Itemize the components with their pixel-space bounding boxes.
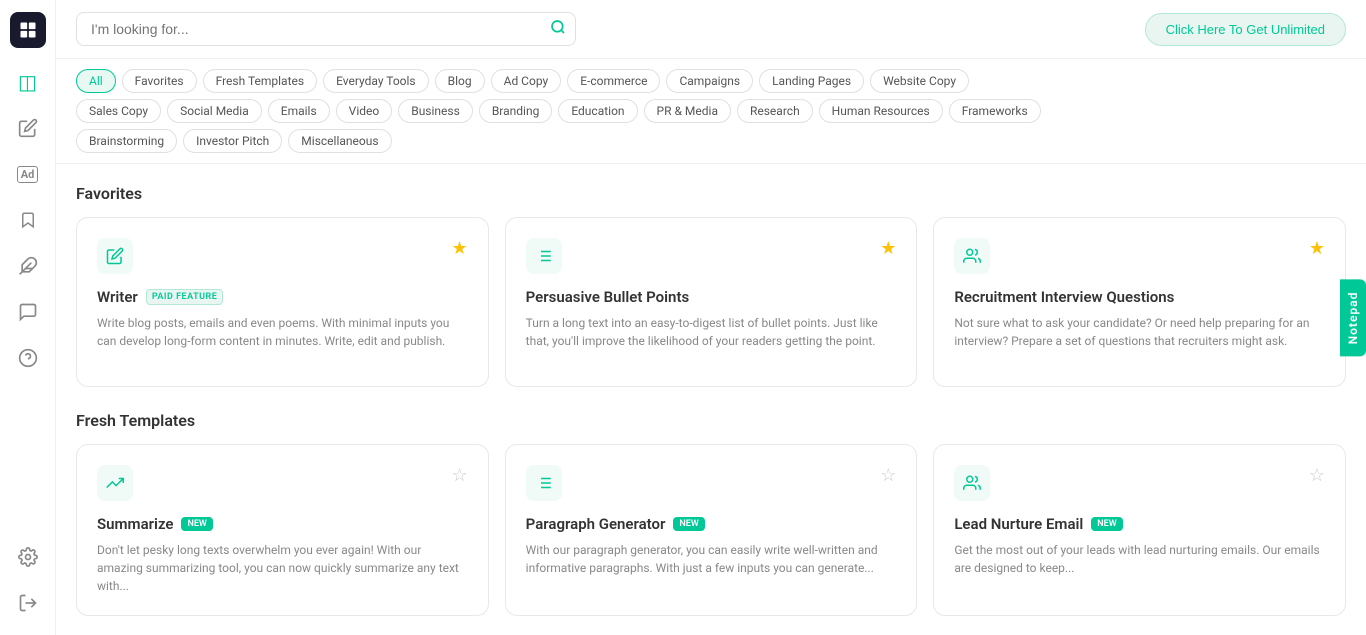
summarize-star[interactable]: ☆ [452, 465, 468, 486]
filter-miscellaneous[interactable]: Miscellaneous [288, 129, 391, 153]
card-summarize[interactable]: ☆ Summarize NEW Don't let pesky long tex… [76, 444, 489, 616]
sidebar: ◫ Ad [0, 0, 56, 635]
sidebar-item-logout[interactable] [8, 583, 48, 623]
filter-ecommerce[interactable]: E-commerce [567, 69, 660, 93]
app-logo[interactable] [10, 12, 46, 48]
favorites-title: Favorites [76, 184, 1346, 203]
paragraph-icon [526, 465, 562, 501]
filter-human-resources[interactable]: Human Resources [819, 99, 943, 123]
fresh-templates-section: Fresh Templates ☆ Summarize [76, 411, 1346, 616]
filter-branding[interactable]: Branding [479, 99, 553, 123]
filters: All Favorites Fresh Templates Everyday T… [56, 59, 1366, 164]
notepad-tab[interactable]: Notepad [1340, 279, 1366, 356]
summarize-badge: NEW [181, 517, 212, 531]
recruitment-title: Recruitment Interview Questions [954, 288, 1325, 306]
filter-pr-media[interactable]: PR & Media [644, 99, 731, 123]
search-container [76, 12, 576, 46]
content-area: Favorites ★ Writer [56, 164, 1366, 635]
sidebar-item-edit[interactable] [8, 108, 48, 148]
filter-research[interactable]: Research [737, 99, 813, 123]
recruitment-desc: Not sure what to ask your candidate? Or … [954, 314, 1325, 350]
lead-title: Lead Nurture Email NEW [954, 515, 1325, 533]
card-bullet-header: ★ [526, 238, 897, 274]
writer-badge: PAID FEATURE [146, 289, 224, 305]
sidebar-item-settings[interactable] [8, 537, 48, 577]
bullet-icon [526, 238, 562, 274]
filter-website-copy[interactable]: Website Copy [870, 69, 969, 93]
paragraph-desc: With our paragraph generator, you can ea… [526, 541, 897, 577]
card-writer-header: ★ [97, 238, 468, 274]
summarize-title: Summarize NEW [97, 515, 468, 533]
filter-education[interactable]: Education [558, 99, 637, 123]
sidebar-item-puzzle[interactable] [8, 246, 48, 286]
bullet-star[interactable]: ★ [880, 238, 896, 259]
sidebar-item-help[interactable] [8, 338, 48, 378]
filter-ad-copy[interactable]: Ad Copy [491, 69, 562, 93]
bullet-title: Persuasive Bullet Points [526, 288, 897, 306]
favorites-grid: ★ Writer PAID FEATURE Write blog posts, … [76, 217, 1346, 387]
card-writer[interactable]: ★ Writer PAID FEATURE Write blog posts, … [76, 217, 489, 387]
lead-icon [954, 465, 990, 501]
card-summarize-header: ☆ [97, 465, 468, 501]
fresh-templates-grid: ☆ Summarize NEW Don't let pesky long tex… [76, 444, 1346, 616]
summarize-icon [97, 465, 133, 501]
paragraph-badge: NEW [673, 517, 704, 531]
card-lead-header: ☆ [954, 465, 1325, 501]
filter-business[interactable]: Business [398, 99, 473, 123]
writer-desc: Write blog posts, emails and even poems.… [97, 314, 468, 350]
filter-favorites[interactable]: Favorites [122, 69, 197, 93]
main-area: Click Here To Get Unlimited All Favorite… [56, 0, 1366, 635]
card-bullet-points[interactable]: ★ Persuasive Bullet Points Turn a long t… [505, 217, 918, 387]
unlimited-button[interactable]: Click Here To Get Unlimited [1145, 13, 1346, 46]
favorites-section: Favorites ★ Writer [76, 184, 1346, 387]
filter-frameworks[interactable]: Frameworks [949, 99, 1041, 123]
filter-investor-pitch[interactable]: Investor Pitch [183, 129, 282, 153]
lead-desc: Get the most out of your leads with lead… [954, 541, 1325, 577]
filter-emails[interactable]: Emails [268, 99, 330, 123]
filter-sales-copy[interactable]: Sales Copy [76, 99, 161, 123]
card-lead-nurture[interactable]: ☆ Lead Nurture Email NEW Get the most ou… [933, 444, 1346, 616]
search-input[interactable] [76, 12, 576, 46]
filter-all[interactable]: All [76, 69, 116, 93]
sidebar-item-ad[interactable]: Ad [8, 154, 48, 194]
filter-social-media[interactable]: Social Media [167, 99, 262, 123]
card-recruitment[interactable]: ★ Recruitment Interview Questions Not su… [933, 217, 1346, 387]
filter-row-1: All Favorites Fresh Templates Everyday T… [76, 69, 1346, 93]
filter-video[interactable]: Video [336, 99, 393, 123]
search-icon [550, 19, 566, 39]
filter-landing-pages[interactable]: Landing Pages [759, 69, 864, 93]
writer-icon [97, 238, 133, 274]
recruitment-icon [954, 238, 990, 274]
filter-brainstorming[interactable]: Brainstorming [76, 129, 177, 153]
filter-fresh-templates[interactable]: Fresh Templates [203, 69, 317, 93]
writer-title: Writer PAID FEATURE [97, 288, 468, 306]
card-recruitment-header: ★ [954, 238, 1325, 274]
summarize-desc: Don't let pesky long texts overwhelm you… [97, 541, 468, 595]
recruitment-star[interactable]: ★ [1309, 238, 1325, 259]
filter-everyday-tools[interactable]: Everyday Tools [323, 69, 429, 93]
paragraph-star[interactable]: ☆ [880, 465, 896, 486]
paragraph-title: Paragraph Generator NEW [526, 515, 897, 533]
sidebar-item-layers[interactable]: ◫ [8, 62, 48, 102]
fresh-templates-title: Fresh Templates [76, 411, 1346, 430]
sidebar-item-comment[interactable] [8, 292, 48, 332]
lead-badge: NEW [1091, 517, 1122, 531]
filter-row-2: Sales Copy Social Media Emails Video Bus… [76, 99, 1346, 123]
topbar: Click Here To Get Unlimited [56, 0, 1366, 59]
card-paragraph-header: ☆ [526, 465, 897, 501]
filter-blog[interactable]: Blog [435, 69, 485, 93]
writer-star[interactable]: ★ [452, 238, 468, 259]
filter-campaigns[interactable]: Campaigns [666, 69, 753, 93]
bullet-desc: Turn a long text into an easy-to-digest … [526, 314, 897, 350]
filter-row-3: Brainstorming Investor Pitch Miscellaneo… [76, 129, 1346, 153]
sidebar-item-bookmark[interactable] [8, 200, 48, 240]
card-paragraph[interactable]: ☆ Paragraph Generator NEW With our parag… [505, 444, 918, 616]
lead-star[interactable]: ☆ [1309, 465, 1325, 486]
